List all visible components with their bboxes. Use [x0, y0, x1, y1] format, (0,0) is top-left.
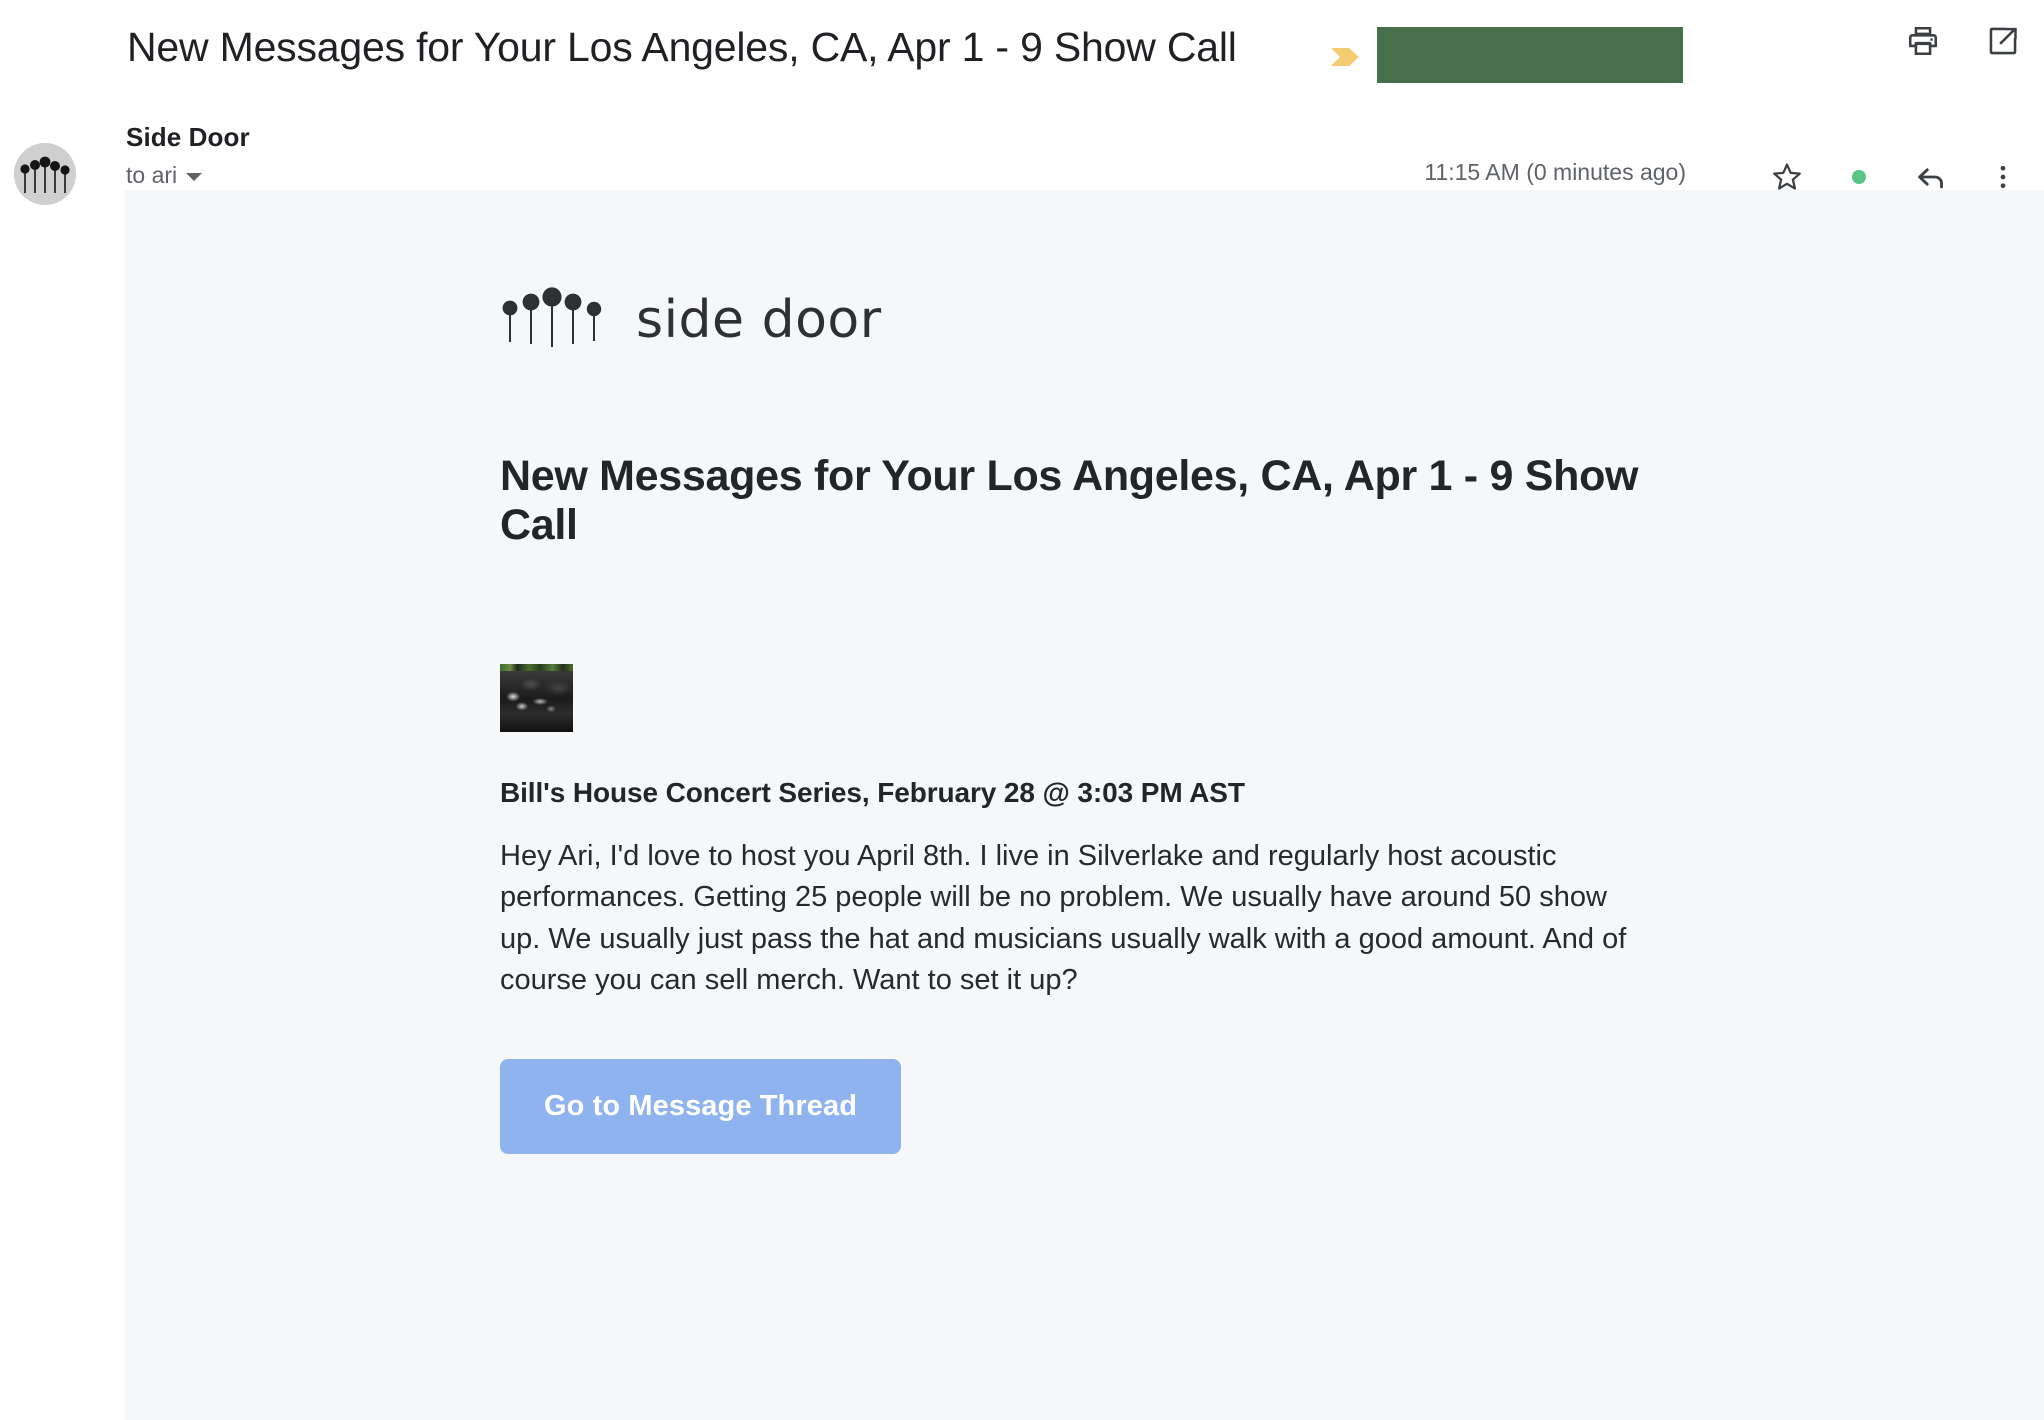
event-subheading: Bill's House Concert Series, February 28…: [500, 777, 1245, 809]
label-chevron-icon: [1331, 45, 1363, 69]
side-door-logo: side door: [500, 268, 1680, 348]
subject-header-row: New Messages for Your Los Angeles, CA, A…: [0, 0, 2044, 110]
gmail-message-view: New Messages for Your Los Angeles, CA, A…: [0, 0, 2044, 1420]
email-headline: New Messages for Your Los Angeles, CA, A…: [500, 452, 1639, 549]
side-door-wordmark: side door: [636, 290, 882, 350]
chevron-down-icon: [186, 173, 203, 181]
recipient-label: to ari: [126, 162, 178, 188]
sender-header-row: Side Door to ari 11:15 AM (0 minutes ago…: [0, 110, 2044, 205]
page-title: New Messages for Your Los Angeles, CA, A…: [127, 24, 1237, 70]
side-door-pins-icon: [500, 286, 608, 348]
concert-photo-thumbnail: [500, 664, 573, 733]
cta-container: Go to Message Thread: [500, 1058, 1680, 1154]
message-body-text: Hey Ari, I'd love to host you April 8th.…: [500, 840, 1627, 996]
avatar[interactable]: [14, 143, 76, 205]
email-body-panel: side door New Messages for Your Los Ange…: [125, 190, 2044, 1420]
open-in-new-window-icon[interactable]: [1982, 20, 2024, 62]
sender-name: Side Door: [126, 122, 250, 152]
recipient-toggle[interactable]: to ari: [126, 162, 203, 189]
header-icon-group: [1902, 20, 2024, 62]
email-content-column: side door New Messages for Your Los Ange…: [500, 190, 1680, 1154]
message-timestamp: 11:15 AM (0 minutes ago): [1424, 159, 1686, 185]
label-redacted-block: [1377, 27, 1683, 83]
print-icon[interactable]: [1902, 20, 1944, 62]
go-to-message-thread-button[interactable]: Go to Message Thread: [500, 1058, 902, 1154]
